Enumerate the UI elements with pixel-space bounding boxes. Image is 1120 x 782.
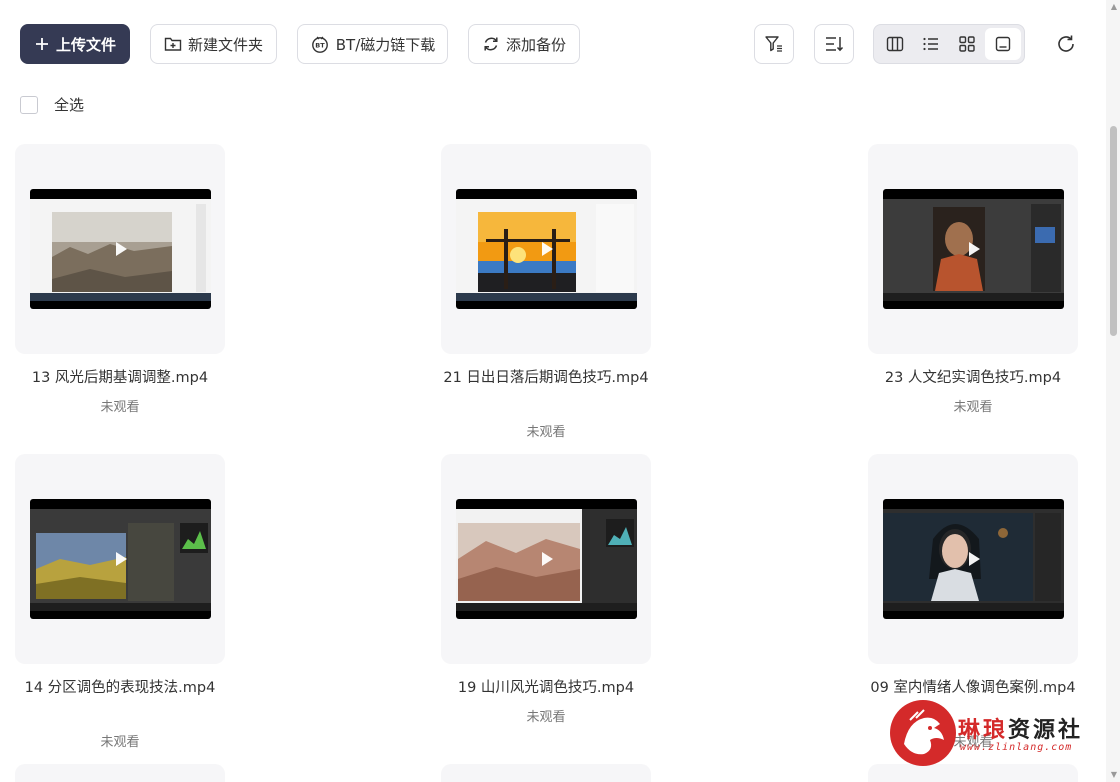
view-mode-group	[873, 24, 1025, 64]
upload-button[interactable]: 上传文件	[20, 24, 130, 64]
file-card[interactable]	[15, 454, 225, 664]
video-thumbnail	[883, 499, 1064, 619]
watermark: 琳琅资源社 www.zlinlang.com	[890, 698, 1100, 768]
file-name[interactable]: 19 山川风光调色技巧.mp4	[441, 676, 651, 700]
filter-icon	[765, 36, 782, 52]
video-thumbnail	[456, 189, 637, 309]
file-name[interactable]: 23 人文纪实调色技巧.mp4	[868, 366, 1078, 390]
watch-status: 未观看	[526, 710, 566, 725]
file-card[interactable]	[441, 144, 651, 354]
bt-download-button[interactable]: BT BT/磁力链下载	[297, 24, 448, 64]
play-icon	[542, 242, 553, 256]
add-backup-label: 添加备份	[505, 35, 566, 54]
view-preview-button[interactable]	[985, 28, 1021, 60]
scroll-up-arrow[interactable]: ▲	[1109, 2, 1119, 12]
svg-text:BT: BT	[315, 42, 325, 50]
video-thumbnail	[30, 189, 211, 309]
new-folder-label: 新建文件夹	[187, 35, 263, 54]
watermark-url: www.zlinlang.com	[960, 742, 1073, 753]
play-icon	[969, 552, 980, 566]
file-card[interactable]	[441, 454, 651, 664]
file-card[interactable]	[15, 144, 225, 354]
backup-sync-icon	[484, 37, 498, 51]
file-name[interactable]: 09 室内情绪人像调色案例.mp4	[868, 676, 1078, 700]
list-icon	[923, 37, 938, 51]
watermark-name-a: 琳琅	[958, 718, 1009, 743]
select-all-label: 全选	[54, 96, 85, 114]
add-backup-button[interactable]: 添加备份	[468, 24, 580, 64]
watch-status: 未观看	[953, 400, 993, 415]
video-thumbnail	[456, 499, 637, 619]
scrollbar-track[interactable]	[1106, 0, 1120, 782]
dragon-logo-icon	[890, 700, 956, 766]
video-thumbnail	[30, 499, 211, 619]
refresh-button[interactable]	[1052, 30, 1080, 58]
select-all-checkbox[interactable]	[20, 95, 38, 114]
select-all[interactable]: 全选	[20, 94, 84, 115]
watch-status: 未观看	[100, 400, 140, 415]
refresh-icon	[1058, 35, 1074, 52]
file-name[interactable]: 13 风光后期基调调整.mp4	[15, 366, 225, 390]
watch-status: 未观看	[526, 425, 566, 440]
play-icon	[116, 242, 127, 256]
scrollbar-thumb[interactable]	[1110, 126, 1117, 336]
scroll-down-arrow[interactable]: ▼	[1109, 770, 1119, 780]
file-card[interactable]	[868, 454, 1078, 664]
sort-icon	[826, 37, 844, 52]
filter-button[interactable]	[754, 24, 794, 64]
bt-icon: BT	[311, 36, 328, 53]
watermark-name-b: 资源社	[1008, 718, 1084, 743]
plus-icon	[35, 38, 48, 50]
view-list-button[interactable]	[913, 28, 949, 60]
play-icon	[116, 552, 127, 566]
watermark-name: 琳琅资源社	[958, 712, 1083, 744]
file-card[interactable]	[441, 764, 651, 782]
view-columns-button[interactable]	[877, 28, 913, 60]
file-name[interactable]: 14 分区调色的表现技法.mp4	[15, 676, 225, 700]
file-card[interactable]	[868, 144, 1078, 354]
play-icon	[969, 242, 980, 256]
video-thumbnail	[883, 189, 1064, 309]
play-icon	[542, 552, 553, 566]
upload-label: 上传文件	[55, 35, 116, 54]
folder-plus-icon	[164, 37, 182, 51]
view-grid-button[interactable]	[949, 28, 985, 60]
columns-icon	[886, 36, 904, 52]
grid-icon	[959, 36, 975, 52]
new-folder-button[interactable]: 新建文件夹	[150, 24, 277, 64]
watch-status: 未观看	[100, 735, 140, 750]
sort-button[interactable]	[814, 24, 854, 64]
bt-download-label: BT/磁力链下载	[335, 35, 436, 54]
preview-icon	[995, 36, 1011, 52]
file-card[interactable]	[15, 764, 225, 782]
file-name[interactable]: 21 日出日落后期调色技巧.mp4	[441, 366, 651, 390]
